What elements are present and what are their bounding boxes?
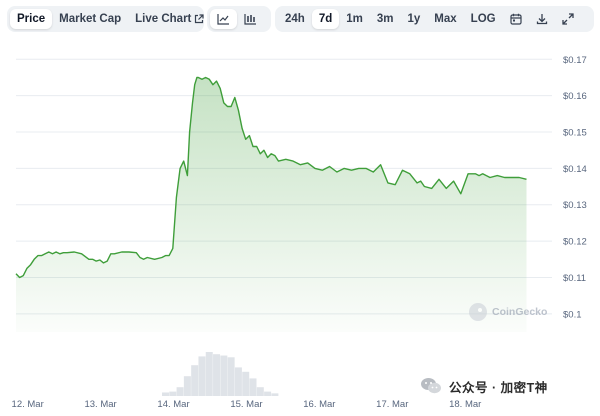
tab-price-label: Price [17,13,46,25]
line-chart-icon [217,14,229,25]
x-tick-label: 17. Mar [376,399,408,410]
volume-bar [176,387,184,396]
range-and-tools: 24h 7d 1m 3m 1y Max LOG [275,6,594,32]
download-icon [536,14,547,25]
line-chart-button[interactable] [210,9,237,29]
volume-bar [256,387,264,396]
volume-bar [249,378,257,396]
watermark-text: CoinGecko [492,306,548,318]
price-chart: $0.1$0.11$0.12$0.13$0.14$0.15$0.16$0.17 … [12,55,587,410]
y-axis: $0.1 $0.11 $0.12 $0.13 $0.14 $0.15 $0.16 $0.17 [563,55,587,321]
volume-bar [213,354,221,396]
volume-bar [198,356,206,396]
range-3m-label: 3m [376,13,394,25]
volume-bar [271,393,279,396]
range-1m-label: 1m [346,13,363,25]
range-1y[interactable]: 1y [401,9,428,29]
y-tick-label: $0.16 [563,91,587,102]
x-axis: 12. Mar 13. Mar 14. Mar 15. Mar 16. Mar 17. M… [12,399,482,410]
coingecko-watermark: CoinGecko [469,300,547,324]
download-button[interactable] [529,9,555,29]
volume-bar [227,357,235,396]
candlestick-icon [244,14,256,25]
tab-live-chart-label: Live Chart [135,13,192,25]
x-tick-label: 15. Mar [230,399,262,410]
chart-type-toggle [207,6,271,32]
x-tick-label: 12. Mar [12,399,44,410]
calendar-button[interactable] [503,9,529,29]
external-link-icon [195,14,204,24]
calendar-icon [509,13,522,25]
range-24h-label: 24h [285,13,305,25]
wechat-account-tag: 公众号 · 加密T神 [420,374,548,398]
x-tick-label: 13. Mar [84,399,116,410]
y-tick-label: $0.13 [563,200,587,211]
volume-bar [169,391,177,396]
chart-toolbar: Price Market Cap Live Chart 24h 7d 1m 3m… [0,0,600,36]
y-tick-label: $0.15 [563,128,587,139]
expand-icon [561,13,574,25]
tab-market-cap-label: Market Cap [59,13,122,25]
volume-bar [220,355,228,396]
range-max[interactable]: Max [427,9,463,29]
coingecko-logo-icon [469,303,487,321]
log-scale-button[interactable]: LOG [464,9,503,29]
y-tick-label: $0.14 [563,164,587,175]
x-tick-label: 16. Mar [303,399,335,410]
y-tick-label: $0.11 [563,273,586,284]
range-3m[interactable]: 3m [370,9,401,29]
wechat-account-text: 公众号 · 加密T神 [449,380,548,395]
range-max-label: Max [434,13,457,25]
fullscreen-button[interactable] [555,9,581,29]
view-tabs: Price Market Cap Live Chart [7,6,204,32]
range-24h[interactable]: 24h [278,9,312,29]
volume-bar [264,391,272,396]
range-7d-label: 7d [318,13,333,25]
volume-bar [161,392,169,396]
range-7d[interactable]: 7d [311,9,340,29]
y-tick-label: $0.17 [563,55,587,66]
tab-price[interactable]: Price [10,9,53,29]
volume-bar [183,376,191,396]
volume-bar [234,367,242,396]
x-tick-label: 14. Mar [157,399,189,410]
x-tick-label: 18. Mar [449,399,481,410]
tab-market-cap[interactable]: Market Cap [52,9,128,29]
volume-bar [191,365,199,396]
wechat-icon [421,378,441,394]
volume-bar [205,352,213,396]
volume-bars [161,352,279,396]
y-tick-label: $0.12 [563,237,587,248]
y-tick-label: $0.1 [563,309,582,320]
candlestick-button[interactable] [237,9,264,29]
range-1y-label: 1y [407,13,421,25]
volume-bar [242,371,250,396]
range-1m[interactable]: 1m [339,9,370,29]
tab-live-chart[interactable]: Live Chart [128,9,211,29]
log-scale-label: LOG [470,13,496,25]
